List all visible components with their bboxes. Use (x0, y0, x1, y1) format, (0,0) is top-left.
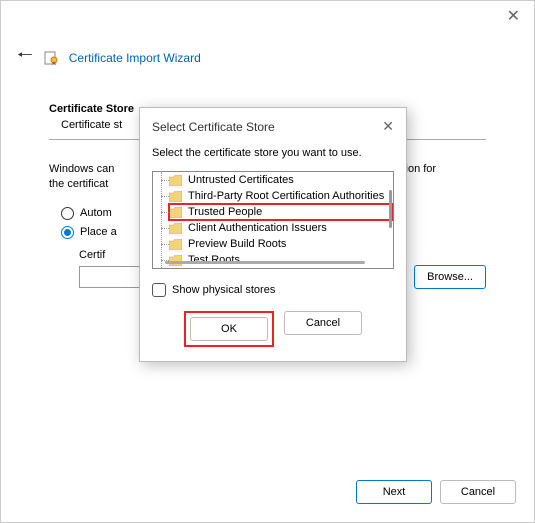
select-store-dialog: Select Certificate Store ✕ Select the ce… (139, 107, 407, 362)
wizard-window: ✕ 🠐 Certificate Import Wizard Certificat… (0, 0, 535, 523)
scrollbar-vertical[interactable] (389, 190, 392, 228)
store-tree[interactable]: Untrusted Certificates Third-Party Root … (152, 171, 394, 269)
dialog-titlebar: Select Certificate Store ✕ (140, 108, 406, 147)
cancel-button[interactable]: Cancel (440, 480, 516, 504)
dialog-message: Select the certificate store you want to… (152, 147, 394, 159)
folder-icon (169, 223, 182, 234)
certificate-icon (43, 50, 59, 66)
radio-icon (61, 226, 74, 239)
tree-item[interactable]: Test Roots (169, 252, 393, 268)
folder-icon (169, 239, 182, 250)
close-icon[interactable]: ✕ (382, 118, 394, 135)
show-physical-checkbox[interactable]: Show physical stores (152, 283, 394, 297)
page-title: Certificate Import Wizard (69, 51, 201, 65)
back-arrow-icon[interactable]: 🠐 (17, 43, 33, 73)
dialog-title: Select Certificate Store (152, 120, 275, 134)
folder-icon (169, 207, 182, 218)
radio-icon (61, 207, 74, 220)
ok-button[interactable]: OK (190, 317, 268, 341)
tree-item-trusted-people[interactable]: Trusted People (169, 204, 393, 220)
dialog-buttons: OK Cancel (152, 311, 394, 347)
footer-buttons: Next Cancel (356, 480, 516, 504)
header: 🠐 Certificate Import Wizard (1, 1, 534, 73)
tree-item[interactable]: Third-Party Root Certification Authoriti… (169, 188, 393, 204)
cancel-button[interactable]: Cancel (284, 311, 362, 335)
next-button[interactable]: Next (356, 480, 432, 504)
checkbox-icon (152, 283, 166, 297)
tree-item[interactable]: Client Authentication Issuers (169, 220, 393, 236)
tree-item[interactable]: Untrusted Certificates (169, 172, 393, 188)
folder-icon (169, 175, 182, 186)
tree-item[interactable]: Preview Build Roots (169, 236, 393, 252)
scrollbar-horizontal[interactable] (165, 261, 365, 264)
folder-icon (169, 191, 182, 202)
ok-highlight: OK (184, 311, 274, 347)
close-icon[interactable]: ✕ (507, 9, 520, 25)
browse-button[interactable]: Browse... (414, 265, 486, 289)
